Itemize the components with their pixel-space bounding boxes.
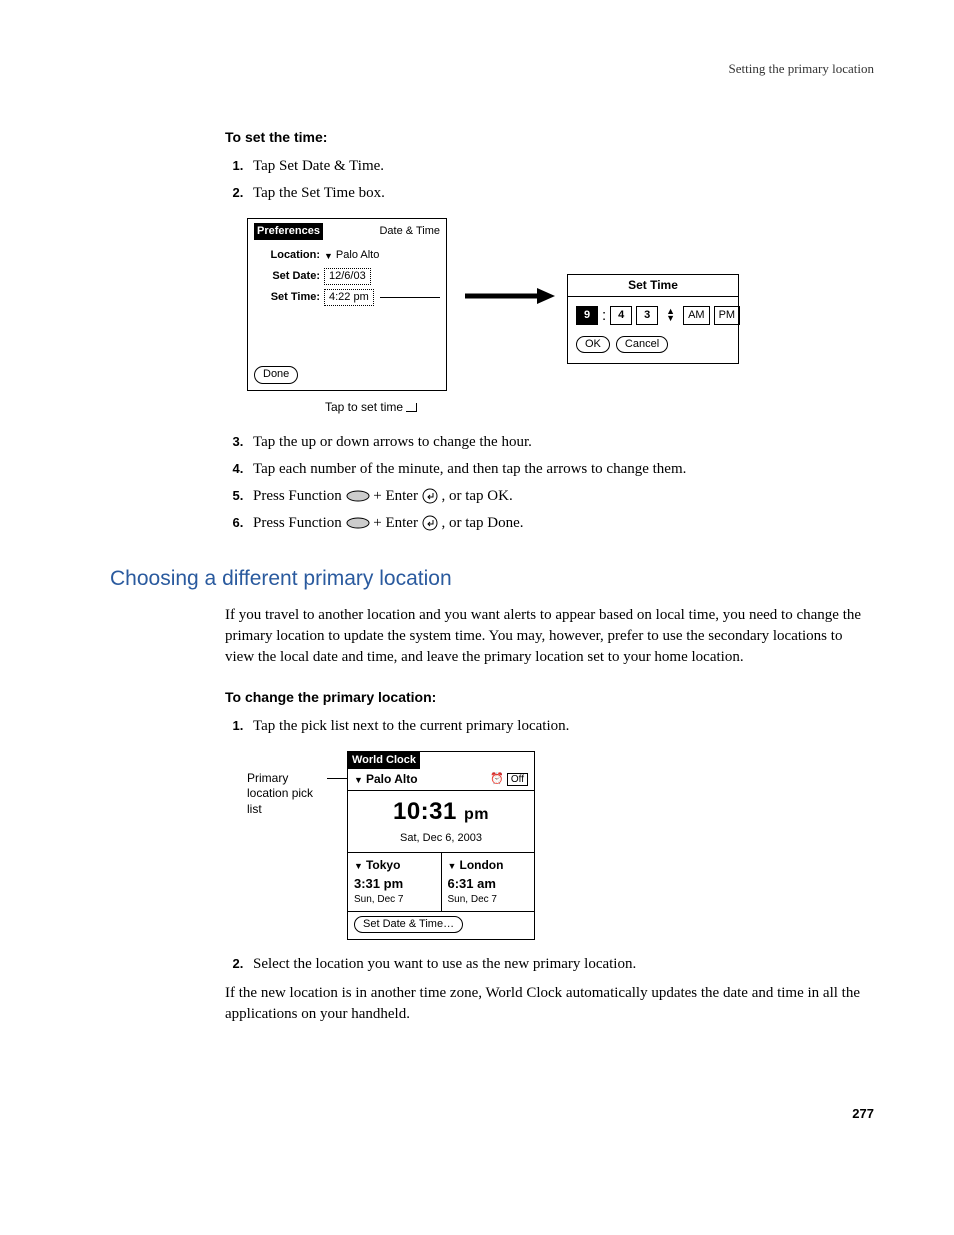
primary-time: 10:31 pm: [348, 795, 534, 829]
set-time-title: Set Time: [568, 275, 738, 297]
ok-button[interactable]: OK: [576, 336, 610, 353]
function-key-icon: [346, 517, 370, 529]
arrow-icon: [465, 286, 555, 313]
set-date-time-button[interactable]: Set Date & Time…: [354, 916, 463, 933]
preferences-category[interactable]: Date & Time: [379, 224, 440, 239]
city1-time: 3:31 pm: [354, 875, 435, 893]
heading-set-time: To set the time:: [225, 128, 874, 148]
stepper-arrows-icon[interactable]: ▲▼: [666, 308, 675, 322]
world-clock-screen: World Clock ▼ Palo Alto ⏰ Off 10:31 pm S…: [347, 751, 535, 941]
dropdown-icon[interactable]: ▼: [324, 250, 333, 263]
setdate-box[interactable]: 12/6/03: [324, 268, 371, 285]
location-value[interactable]: Palo Alto: [336, 248, 379, 263]
world-clock-title: World Clock: [348, 752, 420, 769]
enter-key-icon: [422, 515, 438, 531]
alarm-icon: ⏰: [490, 773, 504, 785]
settime-box[interactable]: 4:22 pm: [324, 289, 374, 306]
city1-date: Sun, Dec 7: [354, 893, 435, 907]
set-time-dialog: Set Time 9 : 4 3 ▲▼ AM PM OK Cancel: [567, 274, 739, 364]
minute-tens[interactable]: 4: [610, 306, 632, 325]
primary-date: Sat, Dec 6, 2003: [348, 831, 534, 846]
step-1b: Tap the pick list next to the current pr…: [247, 716, 874, 737]
done-button[interactable]: Done: [254, 366, 298, 383]
page-number: 277: [110, 1105, 874, 1123]
preferences-title: Preferences: [254, 223, 323, 240]
heading-change-location: To change the primary location:: [225, 688, 874, 708]
hour-field[interactable]: 9: [576, 306, 598, 325]
step-6: Press Function + Enter , or tap Done.: [247, 513, 874, 534]
function-key-icon: [346, 490, 370, 502]
step-3: Tap the up or down arrows to change the …: [247, 432, 874, 453]
figure-caption: Tap to set time: [325, 399, 874, 416]
preferences-screen: Preferences Date & Time Location: ▼ Palo…: [247, 218, 447, 391]
page-header-right: Setting the primary location: [110, 60, 874, 78]
step-2: Tap the Set Time box.: [247, 183, 874, 204]
city2-date: Sun, Dec 7: [448, 893, 529, 907]
pm-button[interactable]: PM: [714, 306, 741, 325]
figure-world-clock: Primary location pick list World Clock ▼…: [247, 751, 874, 941]
pointer-line: [380, 297, 440, 298]
city1-picklist[interactable]: ▼ Tokyo: [354, 857, 435, 874]
pointer-line: [327, 778, 347, 779]
section-title: Choosing a different primary location: [110, 564, 874, 593]
colon: :: [602, 305, 606, 326]
enter-key-icon: [422, 488, 438, 504]
setdate-label: Set Date:: [254, 269, 320, 284]
primary-location-picklist[interactable]: ▼ Palo Alto: [354, 771, 418, 788]
figure-set-time: Preferences Date & Time Location: ▼ Palo…: [247, 218, 874, 391]
step-2b: Select the location you want to use as t…: [247, 954, 874, 975]
city2-time: 6:31 am: [448, 875, 529, 893]
section2-para: If you travel to another location and yo…: [225, 605, 874, 668]
alarm-off[interactable]: ⏰ Off: [490, 772, 528, 787]
section2-para2: If the new location is in another time z…: [225, 983, 874, 1025]
minute-ones[interactable]: 3: [636, 306, 658, 325]
callout-label: Primary location pick list: [247, 771, 327, 818]
cancel-button[interactable]: Cancel: [616, 336, 668, 353]
step-5: Press Function + Enter , or tap OK.: [247, 486, 874, 507]
city2-picklist[interactable]: ▼ London: [448, 857, 529, 874]
location-label: Location:: [254, 248, 320, 263]
am-button[interactable]: AM: [683, 306, 710, 325]
step-1: Tap Set Date & Time.: [247, 156, 874, 177]
settime-label: Set Time:: [254, 290, 320, 305]
step-4: Tap each number of the minute, and then …: [247, 459, 874, 480]
